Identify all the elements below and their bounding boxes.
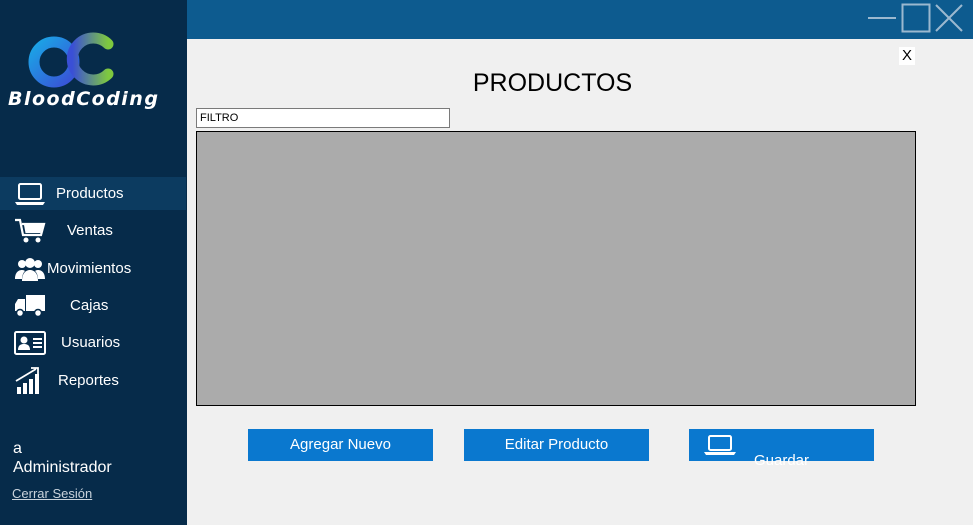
laptop-icon: [15, 183, 45, 205]
cart-icon: [15, 218, 46, 243]
bar-chart-icon: [15, 367, 39, 394]
save-button[interactable]: Guardar: [689, 429, 874, 469]
users-icon: [15, 258, 45, 281]
id-card-icon: [14, 331, 46, 355]
sidebar-item-label: Cajas: [70, 297, 109, 314]
edit-product-button[interactable]: Editar Producto: [464, 429, 649, 461]
products-grid[interactable]: [196, 131, 916, 406]
sidebar-item-reportes[interactable]: Reportes: [0, 364, 186, 397]
main-content: X PRODUCTOS Agregar Nuevo Editar Product…: [187, 39, 973, 525]
title-bar: [187, 0, 973, 39]
filter-input[interactable]: [196, 108, 450, 128]
user-role: Administrador: [13, 459, 112, 476]
brand-name: BloodCoding: [8, 88, 160, 110]
sidebar-item-movimientos[interactable]: Movimientos: [0, 252, 186, 285]
sidebar-item-usuarios[interactable]: Usuarios: [0, 326, 186, 359]
sidebar-item-label: Ventas: [67, 222, 113, 239]
maximize-icon[interactable]: [901, 3, 931, 33]
sidebar-item-label: Usuarios: [61, 334, 121, 351]
logout-link[interactable]: Cerrar Sesión: [12, 486, 92, 501]
sidebar-item-ventas[interactable]: Ventas: [0, 214, 186, 247]
close-window-icon[interactable]: [934, 3, 964, 33]
add-new-button[interactable]: Agregar Nuevo: [248, 429, 433, 461]
sidebar-item-label: Movimientos: [47, 260, 132, 277]
truck-icon: [15, 295, 45, 318]
sidebar-item-productos[interactable]: Productos: [0, 177, 186, 210]
close-form-button[interactable]: X: [899, 47, 915, 65]
sidebar-item-cajas[interactable]: Cajas: [0, 289, 186, 322]
sidebar-item-label: Productos: [56, 185, 124, 202]
sidebar: BloodCoding Productos Ventas Movimientos…: [0, 0, 187, 525]
save-button-label: Guardar: [753, 452, 810, 469]
minimize-icon[interactable]: [867, 3, 897, 33]
page-title: PRODUCTOS: [472, 69, 633, 97]
sidebar-item-label: Reportes: [58, 372, 119, 389]
user-name: a: [13, 440, 22, 457]
